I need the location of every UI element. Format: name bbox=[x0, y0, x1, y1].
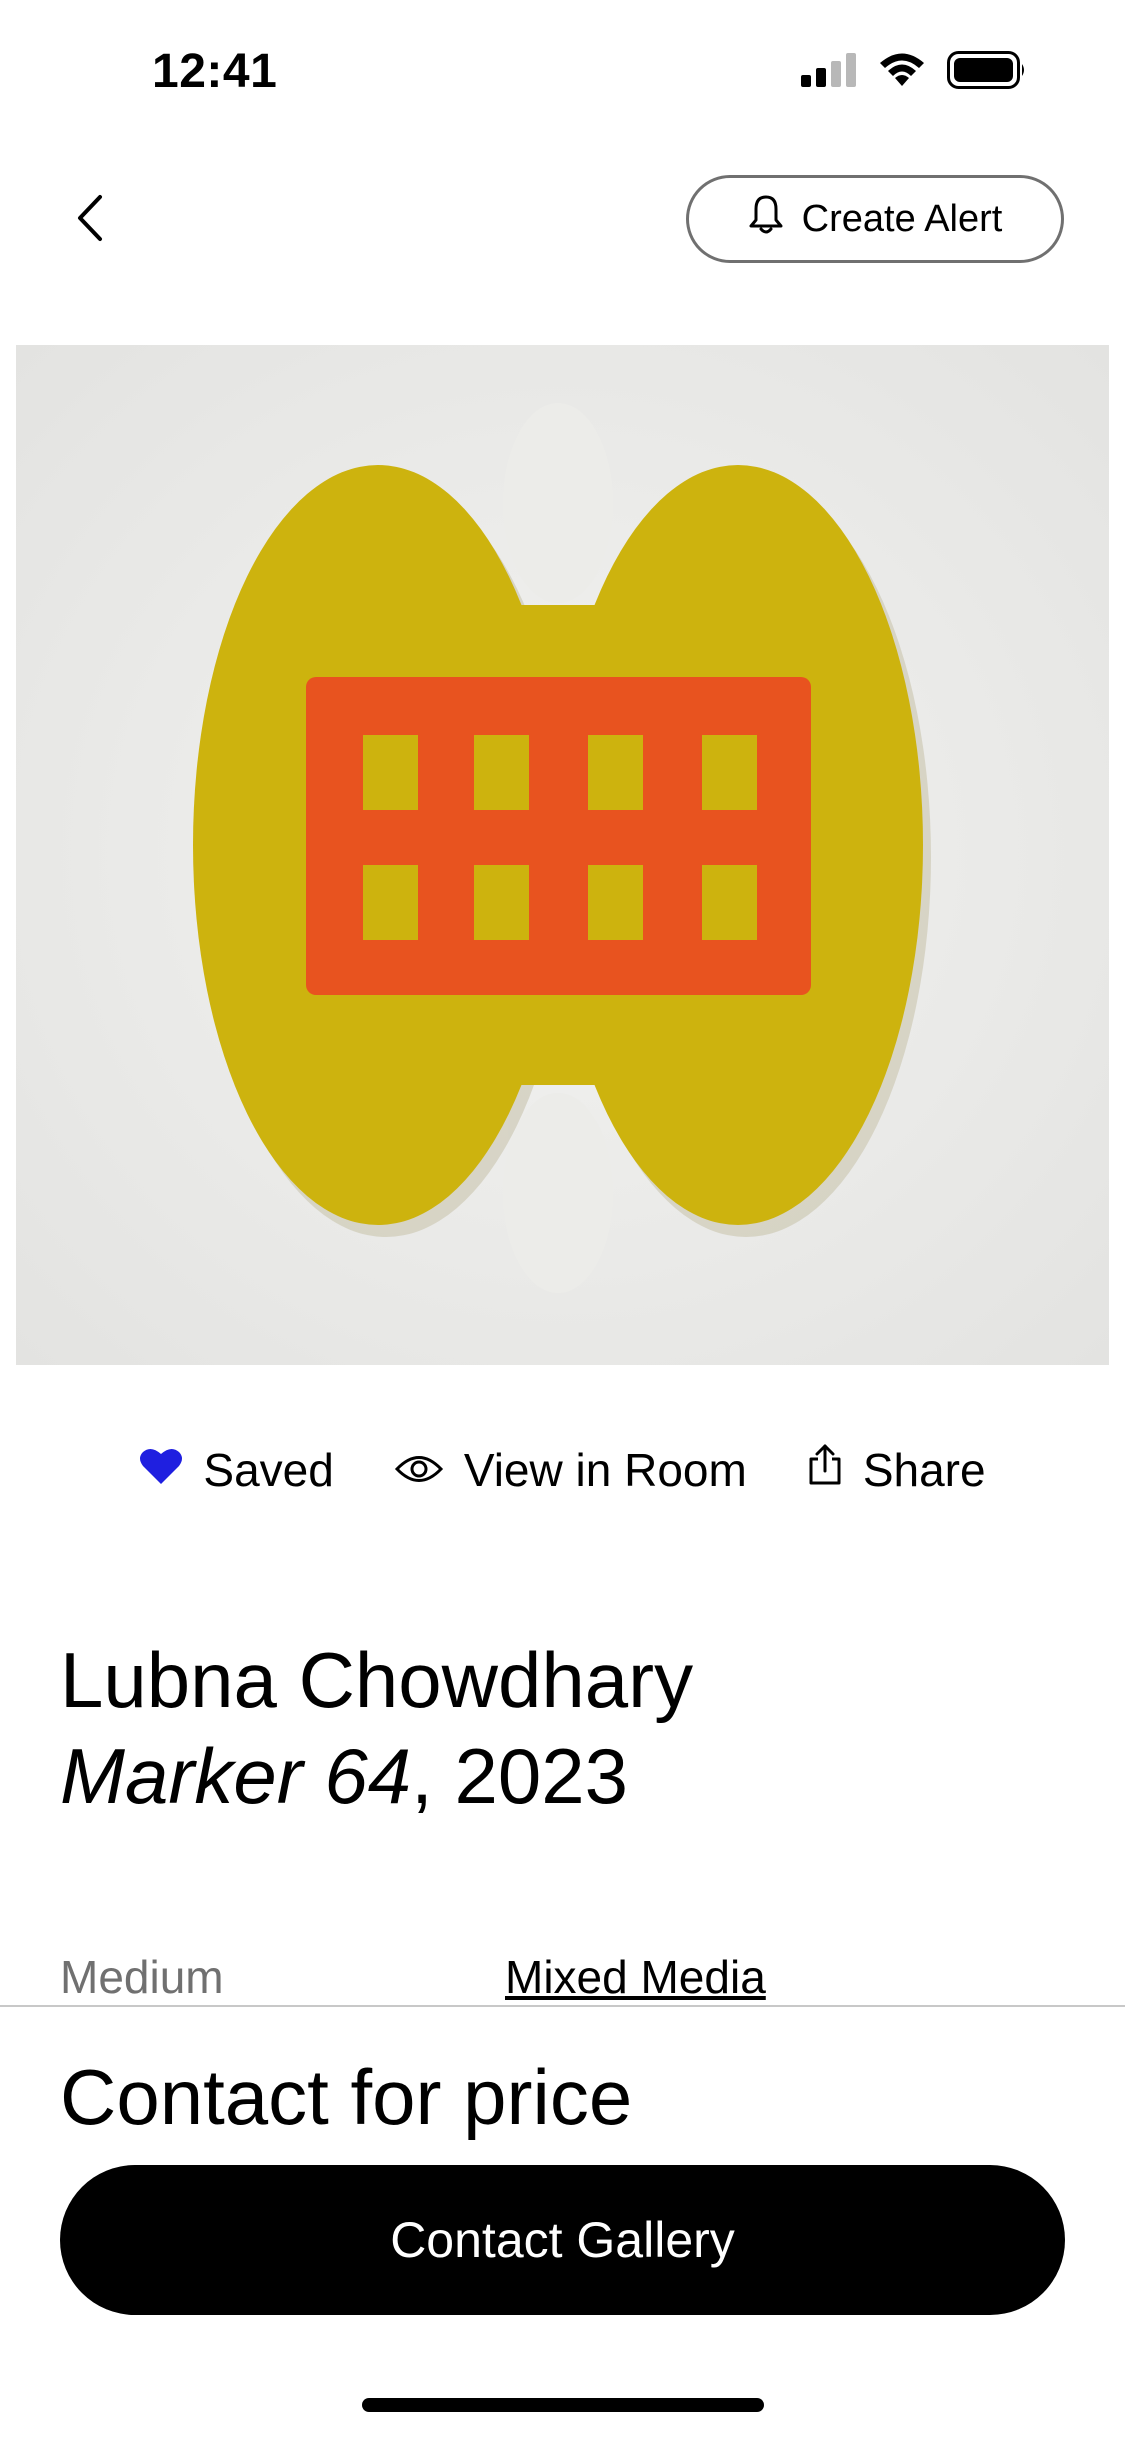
artwork-actions: Saved View in Room Share bbox=[0, 1430, 1125, 1510]
contact-gallery-button[interactable]: Contact Gallery bbox=[60, 2165, 1065, 2315]
status-bar: 12:41 bbox=[0, 0, 1125, 140]
saved-label: Saved bbox=[203, 1444, 334, 1496]
back-button[interactable] bbox=[50, 180, 130, 260]
artwork-image[interactable] bbox=[16, 345, 1109, 1365]
cellular-signal-icon bbox=[801, 52, 857, 92]
heart-icon bbox=[139, 1443, 183, 1497]
artwork-title: Marker 64, 2023 bbox=[60, 1728, 628, 1824]
artist-name[interactable]: Lubna Chowdhary bbox=[60, 1632, 693, 1728]
share-button[interactable]: Share bbox=[807, 1443, 986, 1498]
view-in-room-button[interactable]: View in Room bbox=[394, 1443, 747, 1497]
status-time: 12:41 bbox=[152, 45, 278, 98]
view-in-room-label: View in Room bbox=[463, 1444, 747, 1496]
medium-value-link[interactable]: Mixed Media bbox=[505, 1950, 766, 2004]
eye-icon bbox=[394, 1443, 444, 1497]
saved-button[interactable]: Saved bbox=[139, 1443, 334, 1497]
battery-icon bbox=[947, 50, 1027, 94]
contact-gallery-label: Contact Gallery bbox=[390, 2212, 735, 2268]
wifi-icon bbox=[877, 52, 927, 93]
bell-icon bbox=[748, 193, 784, 245]
purchase-panel: Contact for price Contact Gallery bbox=[0, 2005, 1125, 2438]
create-alert-button[interactable]: Create Alert bbox=[686, 175, 1064, 263]
artwork-year: , 2023 bbox=[411, 1732, 628, 1820]
medium-label: Medium bbox=[60, 1951, 224, 2003]
chevron-left-icon bbox=[70, 193, 110, 248]
status-icons bbox=[801, 50, 1027, 94]
artwork-title-name: Marker 64 bbox=[60, 1732, 412, 1820]
home-indicator[interactable] bbox=[362, 2398, 764, 2412]
price-text: Contact for price bbox=[60, 2053, 633, 2141]
share-icon bbox=[807, 1443, 843, 1498]
create-alert-label: Create Alert bbox=[801, 197, 1003, 240]
share-label: Share bbox=[862, 1444, 986, 1496]
